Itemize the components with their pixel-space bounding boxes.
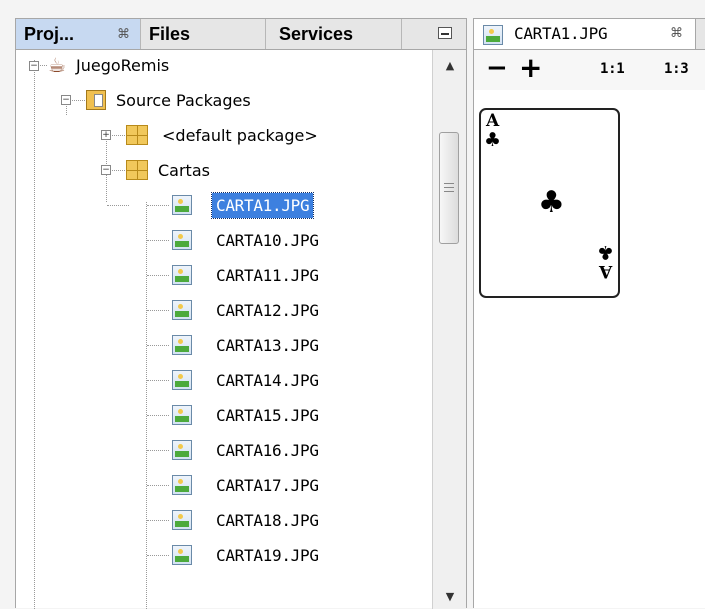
- club-icon: ♣: [538, 185, 565, 220]
- tree-node-project[interactable]: ☕ JuegoRemis: [46, 50, 173, 82]
- tree-scrollbar[interactable]: ▲ ▼: [432, 50, 466, 609]
- scroll-up-icon[interactable]: ▲: [433, 54, 467, 78]
- zoom-out-button[interactable]: −: [486, 55, 508, 81]
- tree-node-source-packages[interactable]: Source Packages: [86, 83, 255, 117]
- projects-panel: Proj... ⌘ Files Services − − + − ☕ Juego…: [15, 18, 467, 609]
- tree-node-label: CARTA19.JPG: [216, 545, 319, 565]
- project-tree: − − + − ☕ JuegoRemis Source Packages <de…: [16, 50, 432, 609]
- ace-of-clubs-card: A ♣ ♣ ♣ A: [479, 108, 620, 298]
- collapse-icon[interactable]: −: [101, 165, 111, 175]
- tree-node-label: CARTA11.JPG: [216, 265, 319, 285]
- tree-node-file[interactable]: CARTA10.JPG: [172, 223, 323, 257]
- tree-node-label: Cartas: [158, 160, 210, 180]
- tree-node-label: CARTA18.JPG: [216, 510, 319, 530]
- tab-projects[interactable]: Proj... ⌘: [16, 19, 141, 49]
- tree-node-cartas[interactable]: Cartas: [126, 153, 214, 187]
- tree-node-label: CARTA1.JPG: [210, 191, 315, 219]
- editor-tabbar: CARTA1.JPG ⌘: [474, 19, 705, 50]
- card-rank-top: A: [486, 111, 500, 131]
- tree-node-label: CARTA17.JPG: [216, 475, 319, 495]
- tab-projects-label: Proj...: [24, 24, 75, 44]
- image-file-icon: [172, 195, 192, 215]
- tree-node-file[interactable]: CARTA1.JPG: [172, 188, 315, 222]
- image-file-icon: [172, 230, 192, 250]
- zoom-in-button[interactable]: +: [519, 54, 542, 82]
- tree-node-file[interactable]: CARTA17.JPG: [172, 468, 323, 502]
- image-file-icon: [172, 300, 192, 320]
- image-file-icon: [172, 335, 192, 355]
- tree-node-label: Source Packages: [116, 90, 251, 110]
- tree-node-file[interactable]: CARTA16.JPG: [172, 433, 323, 467]
- source-folder-icon: [86, 90, 106, 110]
- projects-tabbar: Proj... ⌘ Files Services: [16, 19, 466, 50]
- coffee-cup-icon: ☕: [48, 53, 66, 77]
- tree-node-file[interactable]: CARTA15.JPG: [172, 398, 323, 432]
- tree-node-file[interactable]: CARTA12.JPG: [172, 293, 323, 327]
- tree-node-file[interactable]: CARTA13.JPG: [172, 328, 323, 362]
- image-file-icon: [172, 545, 192, 565]
- scrollbar-thumb[interactable]: [439, 132, 459, 244]
- tree-node-label: CARTA13.JPG: [216, 335, 319, 355]
- tree-node-file[interactable]: CARTA19.JPG: [172, 538, 323, 572]
- close-icon[interactable]: ⌘: [117, 19, 130, 49]
- collapse-icon[interactable]: −: [61, 95, 71, 105]
- image-file-icon: [483, 25, 503, 45]
- expand-icon[interactable]: +: [101, 130, 111, 140]
- tab-services-label: Services: [279, 24, 354, 44]
- tab-carta1-label: CARTA1.JPG: [514, 24, 608, 43]
- image-file-icon: [172, 370, 192, 390]
- tab-carta1[interactable]: CARTA1.JPG ⌘: [474, 19, 696, 49]
- close-icon[interactable]: ⌘: [670, 19, 683, 49]
- image-file-icon: [172, 475, 192, 495]
- image-file-icon: [172, 265, 192, 285]
- tree-node-label: CARTA15.JPG: [216, 405, 319, 425]
- zoom-1-3-button[interactable]: 1:3: [664, 61, 689, 77]
- tree-node-label: CARTA16.JPG: [216, 440, 319, 460]
- tree-node-default-package[interactable]: <default package>: [126, 118, 322, 152]
- club-icon: ♣: [484, 129, 502, 151]
- image-file-icon: [172, 510, 192, 530]
- tab-services[interactable]: Services: [266, 19, 402, 49]
- tree-node-label: CARTA10.JPG: [216, 230, 319, 250]
- package-icon: [126, 160, 148, 180]
- tree-node-file[interactable]: CARTA14.JPG: [172, 363, 323, 397]
- card-rank-bottom: A: [599, 261, 613, 281]
- tree-node-label: CARTA14.JPG: [216, 370, 319, 390]
- tree-node-label: CARTA12.JPG: [216, 300, 319, 320]
- image-file-icon: [172, 440, 192, 460]
- minimize-icon[interactable]: [438, 27, 452, 39]
- tab-files-label: Files: [149, 24, 191, 44]
- image-file-icon: [172, 405, 192, 425]
- collapse-icon[interactable]: −: [29, 61, 39, 71]
- tree-node-label: JuegoRemis: [76, 55, 170, 75]
- image-toolbar: − + 1:1 1:3: [474, 50, 705, 90]
- zoom-1-1-button[interactable]: 1:1: [600, 61, 625, 77]
- image-editor-panel: CARTA1.JPG ⌘ − + 1:1 1:3 A ♣ ♣ ♣ A: [473, 18, 705, 608]
- tab-files[interactable]: Files: [141, 19, 266, 49]
- tree-node-file[interactable]: CARTA11.JPG: [172, 258, 323, 292]
- scroll-down-icon[interactable]: ▼: [433, 585, 467, 609]
- image-viewer: A ♣ ♣ ♣ A: [474, 90, 705, 608]
- package-icon: [126, 125, 148, 145]
- tree-node-file[interactable]: CARTA18.JPG: [172, 503, 323, 537]
- tree-node-label: <default package>: [162, 125, 318, 145]
- club-icon: ♣: [597, 241, 615, 263]
